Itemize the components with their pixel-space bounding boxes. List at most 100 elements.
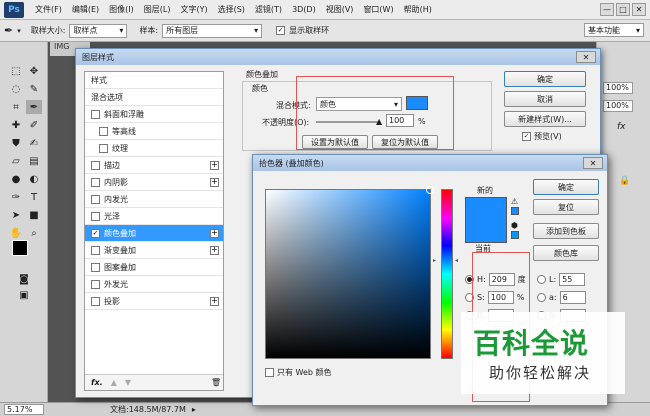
shape-icon[interactable]: ■ bbox=[26, 208, 42, 222]
web-only-checkbox[interactable] bbox=[265, 368, 274, 377]
style-item-checkbox[interactable] bbox=[91, 245, 100, 255]
ok-button[interactable]: 确定 bbox=[504, 71, 586, 87]
gamut-warning-icon[interactable]: ⚠ bbox=[511, 197, 518, 206]
styles-header[interactable]: 样式 bbox=[85, 72, 223, 89]
hue-slider[interactable] bbox=[441, 189, 453, 359]
color-cursor[interactable] bbox=[426, 186, 434, 194]
style-item-checkbox[interactable] bbox=[91, 211, 100, 221]
move-down-icon[interactable]: ▼ bbox=[125, 378, 131, 387]
web-safe-color-chip[interactable] bbox=[511, 231, 519, 239]
pen-icon[interactable]: ✑ bbox=[8, 190, 24, 204]
add-style-instance-button[interactable]: + bbox=[210, 177, 219, 187]
style-item-checkbox[interactable] bbox=[99, 126, 108, 136]
move-up-icon[interactable]: ▲ bbox=[111, 378, 117, 387]
style-item[interactable]: 渐变叠加 + bbox=[85, 242, 223, 259]
picker-reset-button[interactable]: 复位 bbox=[533, 199, 599, 215]
saturation-brightness-field[interactable] bbox=[265, 186, 434, 359]
quick-mask-icon[interactable]: ◙ bbox=[16, 272, 32, 286]
style-item-checkbox[interactable] bbox=[91, 296, 100, 306]
style-item-checkbox[interactable] bbox=[91, 160, 100, 170]
fx-menu-button[interactable]: fx. bbox=[91, 378, 103, 387]
style-item-checkbox[interactable]: ✓ bbox=[91, 228, 100, 238]
style-item-checkbox[interactable] bbox=[91, 177, 100, 187]
history-brush-icon[interactable]: ✍ bbox=[26, 136, 42, 150]
menu-image[interactable]: 图像(I) bbox=[104, 4, 139, 15]
sample-size-select[interactable]: 取样点 ▾ bbox=[69, 23, 128, 38]
add-style-instance-button[interactable]: + bbox=[210, 296, 219, 306]
web-only-toggle[interactable]: 只有 Web 颜色 bbox=[265, 367, 332, 378]
move-icon[interactable]: ✥ bbox=[26, 64, 42, 78]
eyedropper-icon[interactable]: ✒ bbox=[4, 24, 13, 37]
style-item[interactable]: 纹理 bbox=[85, 140, 223, 157]
panel-opacity-field[interactable]: 100% bbox=[603, 82, 633, 94]
screen-mode-icon[interactable]: ▣ bbox=[16, 288, 32, 302]
close-icon[interactable]: ✕ bbox=[583, 157, 603, 169]
style-item[interactable]: 投影 + bbox=[85, 293, 223, 310]
menu-edit[interactable]: 编辑(E) bbox=[67, 4, 104, 15]
status-arrow-icon[interactable]: ▸ bbox=[192, 405, 196, 414]
style-item[interactable]: ✓ 颜色叠加 + bbox=[85, 225, 223, 242]
close-icon[interactable]: ✕ bbox=[576, 51, 596, 63]
brush-icon[interactable]: ✐ bbox=[26, 118, 42, 132]
style-item-checkbox[interactable] bbox=[91, 194, 100, 204]
lasso-icon[interactable]: ◌ bbox=[8, 82, 24, 96]
hue-slider-right-arrow[interactable]: ◂ bbox=[455, 257, 458, 264]
menu-type[interactable]: 文字(Y) bbox=[175, 4, 212, 15]
lightness-radio[interactable] bbox=[537, 275, 546, 284]
workspace-select[interactable]: 基本功能 ▾ bbox=[584, 23, 644, 37]
dodge-icon[interactable]: ◐ bbox=[26, 172, 42, 186]
style-item[interactable]: 斜面和浮雕 bbox=[85, 106, 223, 123]
crop-icon[interactable]: ⌗ bbox=[8, 100, 24, 114]
style-item[interactable]: 内发光 bbox=[85, 191, 223, 208]
style-item[interactable]: 等高线 bbox=[85, 123, 223, 140]
preview-checkbox[interactable]: ✓ bbox=[522, 132, 531, 141]
gradient-icon[interactable]: ▤ bbox=[26, 154, 42, 168]
menu-file[interactable]: 文件(F) bbox=[30, 4, 67, 15]
style-item-checkbox[interactable] bbox=[91, 109, 100, 119]
style-item[interactable]: 图案叠加 bbox=[85, 259, 223, 276]
menu-view[interactable]: 视图(V) bbox=[321, 4, 359, 15]
add-style-instance-button[interactable]: + bbox=[210, 228, 219, 238]
a-channel-radio[interactable] bbox=[537, 293, 546, 302]
sample-select[interactable]: 所有图层 ▾ bbox=[162, 23, 263, 38]
color-libraries-button[interactable]: 颜色库 bbox=[533, 245, 599, 261]
hue-slider-left-arrow[interactable]: ▸ bbox=[433, 257, 436, 264]
add-style-instance-button[interactable]: + bbox=[210, 160, 219, 170]
eyedropper-tool-icon[interactable]: ✒ bbox=[26, 100, 42, 114]
gamut-color-chip[interactable] bbox=[511, 207, 519, 215]
zoom-icon[interactable]: ⌕ bbox=[26, 226, 42, 240]
menu-layer[interactable]: 图层(L) bbox=[139, 4, 176, 15]
trash-icon[interactable]: 🗑 bbox=[211, 378, 221, 387]
minimize-button[interactable]: — bbox=[600, 3, 614, 16]
menu-3d[interactable]: 3D(D) bbox=[287, 5, 321, 14]
style-item[interactable]: 内阴影 + bbox=[85, 174, 223, 191]
current-color-swatch[interactable] bbox=[465, 221, 507, 243]
marquee-icon[interactable]: ⬚ bbox=[8, 64, 24, 78]
new-style-button[interactable]: 新建样式(W)... bbox=[504, 111, 586, 127]
quick-select-icon[interactable]: ✎ bbox=[26, 82, 42, 96]
panel-fill-field[interactable]: 100% bbox=[603, 100, 633, 112]
add-style-instance-button[interactable]: + bbox=[210, 245, 219, 255]
cancel-button[interactable]: 取消 bbox=[504, 91, 586, 107]
menu-select[interactable]: 选择(S) bbox=[213, 4, 250, 15]
tool-preset-arrow-icon[interactable]: ▾ bbox=[17, 27, 21, 35]
style-item-checkbox[interactable] bbox=[99, 143, 108, 153]
menu-help[interactable]: 帮助(H) bbox=[399, 4, 437, 15]
healing-icon[interactable]: ✚ bbox=[8, 118, 24, 132]
add-to-swatches-button[interactable]: 添加到色板 bbox=[533, 223, 599, 239]
a-channel-input[interactable]: 6 bbox=[559, 291, 586, 304]
preview-toggle[interactable]: ✓ 预览(V) bbox=[522, 131, 562, 142]
zoom-field[interactable]: 5.17% bbox=[4, 404, 44, 415]
type-icon[interactable]: T bbox=[26, 190, 42, 204]
style-item-checkbox[interactable] bbox=[91, 279, 100, 289]
close-button[interactable]: ✕ bbox=[632, 3, 646, 16]
style-item-checkbox[interactable] bbox=[91, 262, 100, 272]
hand-icon[interactable]: ✋ bbox=[8, 226, 24, 240]
foreground-color-swatch[interactable] bbox=[12, 240, 28, 256]
fx-icon[interactable]: fx bbox=[617, 122, 626, 132]
eraser-icon[interactable]: ▱ bbox=[8, 154, 24, 168]
show-ring-checkbox[interactable]: ✓ bbox=[276, 26, 286, 35]
blend-options-item[interactable]: 混合选项 bbox=[85, 89, 223, 106]
picker-ok-button[interactable]: 确定 bbox=[533, 179, 599, 195]
maximize-button[interactable]: □ bbox=[616, 3, 630, 16]
